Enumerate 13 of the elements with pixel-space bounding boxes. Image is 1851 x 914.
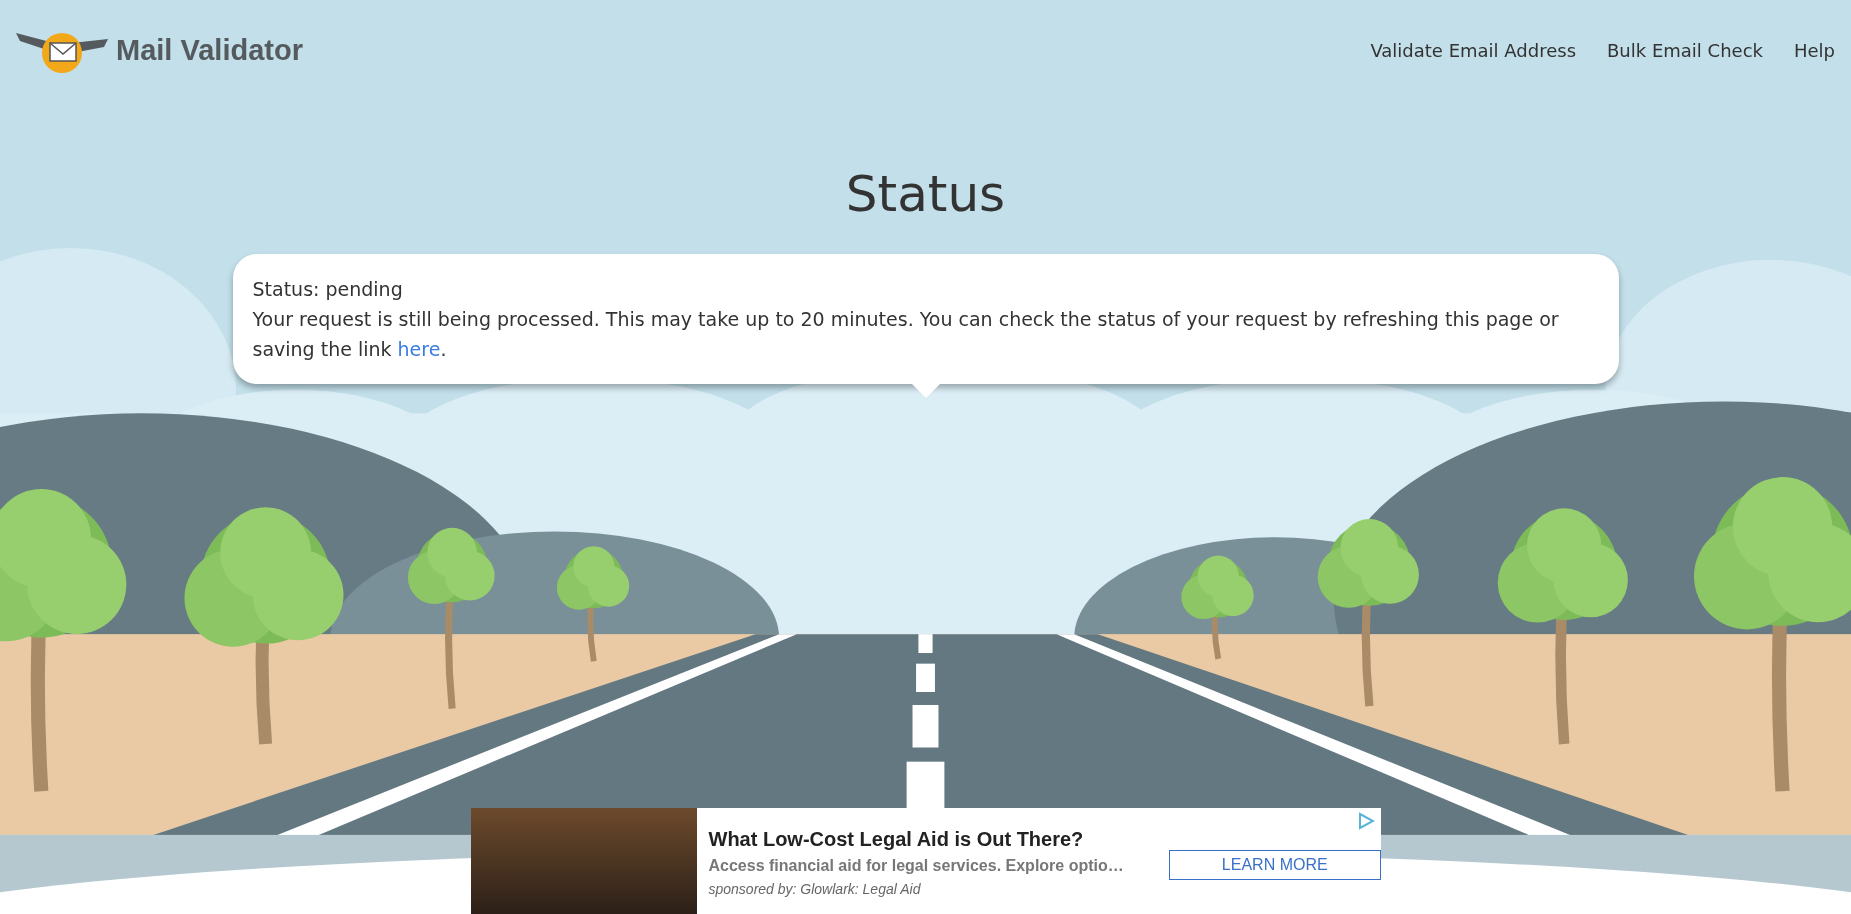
status-line: Status: pending (252, 277, 404, 302)
status-message: Your request is still being processed. This may take up to 20 minutes. You can check the status of your request by refreshing this page or saving the link here. (252, 307, 1560, 362)
logo-text: Mail Validator (116, 33, 303, 67)
learn-more-button[interactable]: LEARN MORE (1169, 850, 1381, 880)
nav-link[interactable]: Bulk Email Check (1607, 39, 1763, 61)
ad-headline: What Low-Cost Legal Aid is Out There? (708, 828, 1085, 851)
ad-description: Access financial aid for legal services. Explore optio… (708, 857, 1125, 875)
ad-sponsor: sponsored by: Glowlark: Legal Aid (708, 881, 922, 897)
here-link[interactable]: here (397, 338, 441, 360)
nav-link[interactable]: Validate Email Address (1370, 39, 1576, 61)
ad-choices-icon[interactable] (1356, 812, 1375, 830)
page-title: Status (845, 164, 1006, 224)
nav-link[interactable]: Help (1793, 39, 1835, 61)
